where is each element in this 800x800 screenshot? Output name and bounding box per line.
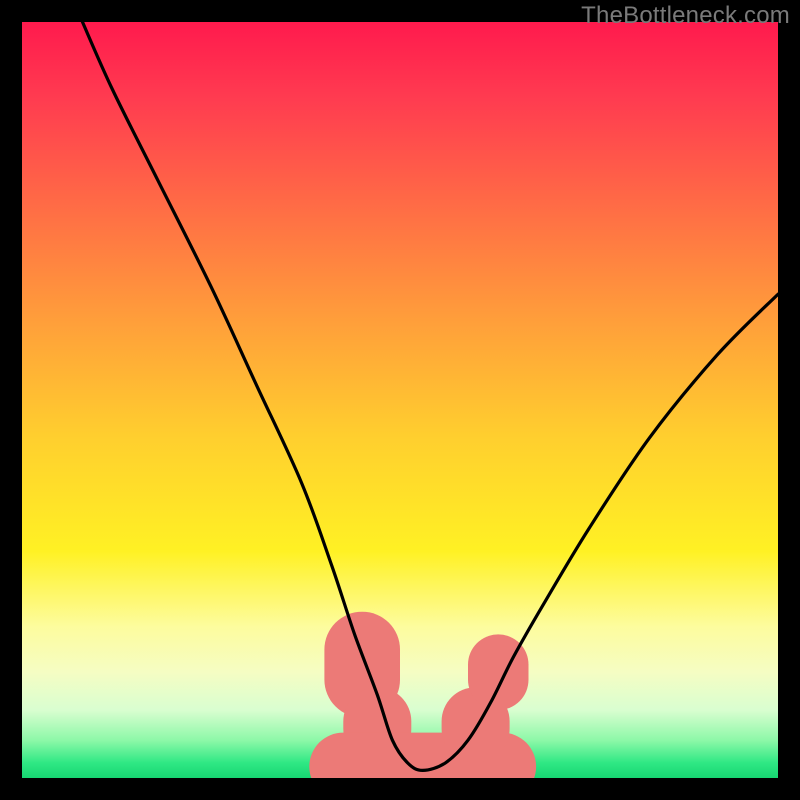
- bottleneck-curve: [83, 22, 779, 770]
- markers-group: [309, 612, 536, 778]
- plot-background: [22, 22, 778, 778]
- watermark-text: TheBottleneck.com: [581, 2, 790, 30]
- chart-svg: [22, 22, 778, 778]
